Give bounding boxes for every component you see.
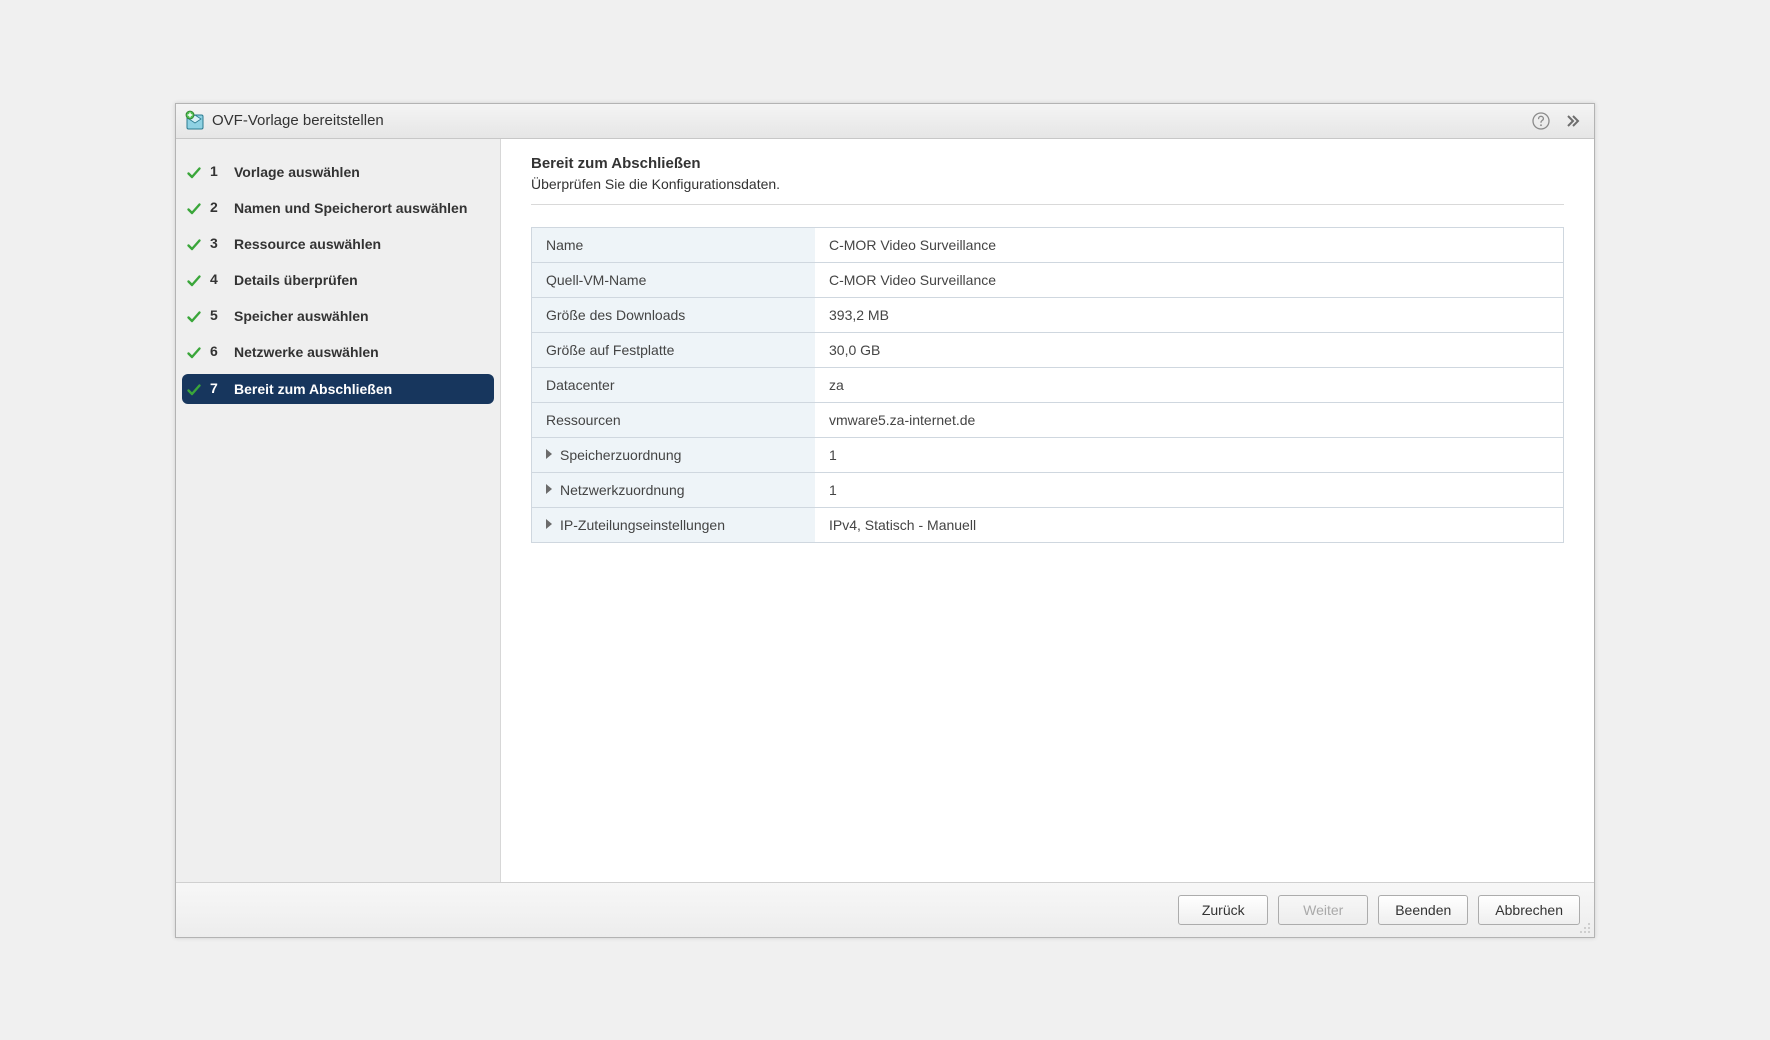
- wizard-step-number: 7: [210, 380, 226, 396]
- pin-icon[interactable]: [1560, 110, 1586, 132]
- wizard-step-number: 4: [210, 271, 226, 287]
- wizard-step-label: Details überprüfen: [234, 271, 358, 289]
- help-icon[interactable]: [1528, 110, 1554, 132]
- summary-row[interactable]: Netzwerkzuordnung 1: [532, 472, 1564, 507]
- wizard-step-2[interactable]: 2 Namen und Speicherort auswählen: [182, 193, 494, 223]
- back-button[interactable]: Zurück: [1178, 895, 1268, 925]
- wizard-step-number: 1: [210, 163, 226, 179]
- summary-row[interactable]: IP-Zuteilungseinstellungen IPv4, Statisch…: [532, 507, 1564, 542]
- summary-value: vmware5.za-internet.de: [815, 402, 1564, 437]
- titlebar: OVF-Vorlage bereitstellen: [176, 104, 1594, 139]
- summary-key-text: Speicherzuordnung: [560, 447, 681, 463]
- expand-triangle-icon[interactable]: [546, 484, 552, 494]
- deploy-ovf-icon: [184, 110, 206, 132]
- check-icon: [186, 237, 202, 253]
- summary-key-text: Größe des Downloads: [546, 307, 685, 323]
- wizard-main-panel: Bereit zum Abschließen Überprüfen Sie di…: [501, 139, 1594, 882]
- wizard-step-label: Speicher auswählen: [234, 307, 369, 325]
- wizard-step-label: Netzwerke auswählen: [234, 343, 379, 361]
- summary-value: IPv4, Statisch - Manuell: [815, 507, 1564, 542]
- summary-row: Ressourcen vmware5.za-internet.de: [532, 402, 1564, 437]
- wizard-step-label: Namen und Speicherort auswählen: [234, 199, 467, 217]
- divider: [531, 204, 1564, 205]
- check-icon: [186, 309, 202, 325]
- summary-key: Ressourcen: [532, 402, 816, 437]
- summary-row: Datacenter za: [532, 367, 1564, 402]
- expand-triangle-icon[interactable]: [546, 449, 552, 459]
- summary-key: Größe auf Festplatte: [532, 332, 816, 367]
- wizard-step-7[interactable]: 7 Bereit zum Abschließen: [182, 374, 494, 404]
- dialog-body: 1 Vorlage auswählen 2 Namen und Speicherort…: [176, 139, 1594, 882]
- check-icon: [186, 165, 202, 181]
- next-button[interactable]: Weiter: [1278, 895, 1368, 925]
- check-icon: [186, 382, 202, 398]
- summary-row: Größe auf Festplatte 30,0 GB: [532, 332, 1564, 367]
- check-icon: [186, 201, 202, 217]
- wizard-step-number: 6: [210, 343, 226, 359]
- finish-button[interactable]: Beenden: [1378, 895, 1468, 925]
- dialog-footer: Zurück Weiter Beenden Abbrechen: [176, 882, 1594, 937]
- summary-key-text: Netzwerkzuordnung: [560, 482, 685, 498]
- wizard-step-3[interactable]: 3 Ressource auswählen: [182, 229, 494, 259]
- summary-key: Netzwerkzuordnung: [532, 472, 816, 507]
- summary-key: IP-Zuteilungseinstellungen: [532, 507, 816, 542]
- wizard-steps-sidebar: 1 Vorlage auswählen 2 Namen und Speicherort…: [176, 139, 501, 882]
- wizard-step-label: Ressource auswählen: [234, 235, 381, 253]
- summary-value: 1: [815, 472, 1564, 507]
- summary-key-text: IP-Zuteilungseinstellungen: [560, 517, 725, 533]
- summary-value: 393,2 MB: [815, 297, 1564, 332]
- wizard-step-number: 2: [210, 199, 226, 215]
- page-subheading: Überprüfen Sie die Konfigurationsdaten.: [531, 176, 1564, 192]
- summary-value: C-MOR Video Surveillance: [815, 262, 1564, 297]
- summary-row[interactable]: Speicherzuordnung 1: [532, 437, 1564, 472]
- wizard-step-number: 3: [210, 235, 226, 251]
- deploy-ovf-dialog: OVF-Vorlage bereitstellen 1 Vorlage auswä…: [175, 103, 1595, 938]
- wizard-step-1[interactable]: 1 Vorlage auswählen: [182, 157, 494, 187]
- summary-key: Datacenter: [532, 367, 816, 402]
- summary-key: Größe des Downloads: [532, 297, 816, 332]
- summary-value: za: [815, 367, 1564, 402]
- summary-key: Quell-VM-Name: [532, 262, 816, 297]
- check-icon: [186, 273, 202, 289]
- page-heading: Bereit zum Abschließen: [531, 155, 1564, 172]
- summary-value: 1: [815, 437, 1564, 472]
- summary-value: 30,0 GB: [815, 332, 1564, 367]
- summary-key-text: Quell-VM-Name: [546, 272, 646, 288]
- summary-key-text: Datacenter: [546, 377, 614, 393]
- expand-triangle-icon[interactable]: [546, 519, 552, 529]
- summary-key-text: Ressourcen: [546, 412, 621, 428]
- summary-key: Name: [532, 227, 816, 262]
- summary-value: C-MOR Video Surveillance: [815, 227, 1564, 262]
- summary-row: Name C-MOR Video Surveillance: [532, 227, 1564, 262]
- check-icon: [186, 345, 202, 361]
- summary-row: Quell-VM-Name C-MOR Video Surveillance: [532, 262, 1564, 297]
- wizard-step-6[interactable]: 6 Netzwerke auswählen: [182, 337, 494, 367]
- wizard-step-number: 5: [210, 307, 226, 323]
- resize-grip-icon[interactable]: [1578, 921, 1592, 935]
- cancel-button[interactable]: Abbrechen: [1478, 895, 1580, 925]
- summary-key: Speicherzuordnung: [532, 437, 816, 472]
- summary-key-text: Name: [546, 237, 583, 253]
- wizard-step-label: Bereit zum Abschließen: [234, 380, 392, 398]
- dialog-title: OVF-Vorlage bereitstellen: [212, 112, 384, 129]
- wizard-step-4[interactable]: 4 Details überprüfen: [182, 265, 494, 295]
- summary-row: Größe des Downloads 393,2 MB: [532, 297, 1564, 332]
- wizard-step-5[interactable]: 5 Speicher auswählen: [182, 301, 494, 331]
- wizard-step-label: Vorlage auswählen: [234, 163, 360, 181]
- summary-key-text: Größe auf Festplatte: [546, 342, 674, 358]
- summary-table: NameC-MOR Video SurveillanceQuell-VM-Nam…: [531, 227, 1564, 543]
